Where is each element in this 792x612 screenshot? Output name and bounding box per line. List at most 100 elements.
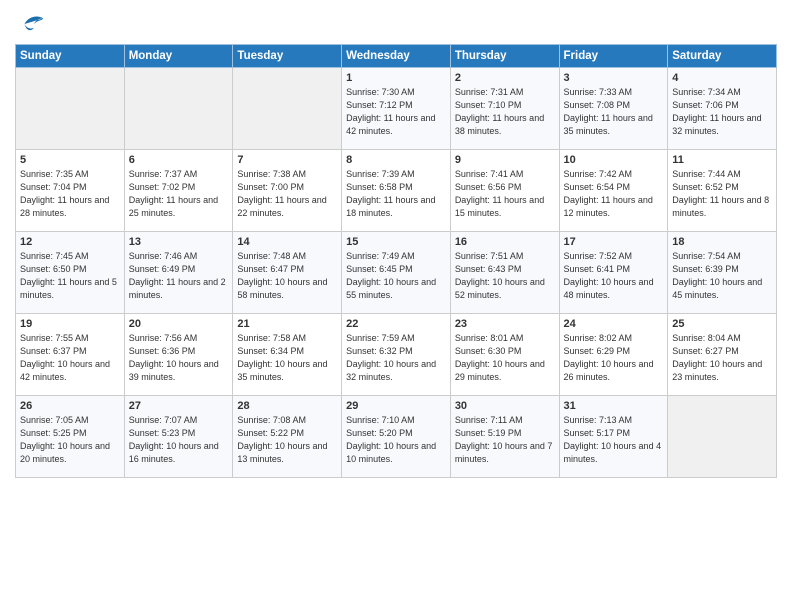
calendar-cell: 24Sunrise: 8:02 AMSunset: 6:29 PMDayligh…	[559, 314, 668, 396]
day-header-monday: Monday	[124, 45, 233, 68]
calendar-cell: 21 Sunrise: 7:58 AMSunset: 6:34 PMDayligh…	[233, 314, 342, 396]
calendar-cell: 11Sunrise: 7:44 AMSunset: 6:52 PMDayligh…	[668, 150, 777, 232]
day-number: 17	[564, 236, 664, 248]
day-info: Sunrise: 7:54 AMSunset: 6:39 PMDaylight:…	[672, 251, 762, 300]
day-number: 22	[346, 318, 446, 330]
calendar-cell: 19Sunrise: 7:55 AMSunset: 6:37 PMDayligh…	[16, 314, 125, 396]
calendar-cell	[124, 68, 233, 150]
day-number: 23	[455, 318, 555, 330]
day-number: 3	[564, 72, 664, 84]
day-info: Sunrise: 7:46 AMSunset: 6:49 PMDaylight:…	[129, 251, 226, 300]
day-info: Sunrise: 7:11 AMSunset: 5:19 PMDaylight:…	[455, 415, 553, 464]
day-info: Sunrise: 7:59 AMSunset: 6:32 PMDaylight:…	[346, 333, 436, 382]
day-header-sunday: Sunday	[16, 45, 125, 68]
day-number: 15	[346, 236, 446, 248]
calendar-cell: 9Sunrise: 7:41 AMSunset: 6:56 PMDaylight…	[450, 150, 559, 232]
calendar-cell: 28Sunrise: 7:08 AMSunset: 5:22 PMDayligh…	[233, 396, 342, 478]
calendar-table: SundayMondayTuesdayWednesdayThursdayFrid…	[15, 44, 777, 478]
calendar-cell: 6Sunrise: 7:37 AMSunset: 7:02 PMDaylight…	[124, 150, 233, 232]
day-number: 9	[455, 154, 555, 166]
day-number: 18	[672, 236, 772, 248]
logo-bird-icon	[17, 10, 45, 38]
calendar-cell	[668, 396, 777, 478]
day-number: 10	[564, 154, 664, 166]
calendar-cell: 22 Sunrise: 7:59 AMSunset: 6:32 PMDayligh…	[342, 314, 451, 396]
week-row-5: 26 Sunrise: 7:05 AMSunset: 5:25 PMDayligh…	[16, 396, 777, 478]
day-info: Sunrise: 7:13 AMSunset: 5:17 PMDaylight:…	[564, 415, 662, 464]
day-number: 5	[20, 154, 120, 166]
day-header-friday: Friday	[559, 45, 668, 68]
calendar-cell	[233, 68, 342, 150]
day-number: 16	[455, 236, 555, 248]
calendar-cell: 3 Sunrise: 7:33 AMSunset: 7:08 PMDaylight…	[559, 68, 668, 150]
day-number: 13	[129, 236, 229, 248]
calendar-cell: 27 Sunrise: 7:07 AMSunset: 5:23 PMDayligh…	[124, 396, 233, 478]
page-container: SundayMondayTuesdayWednesdayThursdayFrid…	[0, 0, 792, 488]
calendar-cell: 12 Sunrise: 7:45 AMSunset: 6:50 PMDayligh…	[16, 232, 125, 314]
calendar-cell: 1 Sunrise: 7:30 AMSunset: 7:12 PMDaylight…	[342, 68, 451, 150]
calendar-cell: 13 Sunrise: 7:46 AMSunset: 6:49 PMDayligh…	[124, 232, 233, 314]
day-number: 7	[237, 154, 337, 166]
day-number: 4	[672, 72, 772, 84]
week-row-4: 19Sunrise: 7:55 AMSunset: 6:37 PMDayligh…	[16, 314, 777, 396]
day-header-saturday: Saturday	[668, 45, 777, 68]
calendar-cell: 14 Sunrise: 7:48 AMSunset: 6:47 PMDayligh…	[233, 232, 342, 314]
day-info: Sunrise: 8:02 AMSunset: 6:29 PMDaylight:…	[564, 333, 654, 382]
calendar-cell	[16, 68, 125, 150]
calendar-cell: 25 Sunrise: 8:04 AMSunset: 6:27 PMDayligh…	[668, 314, 777, 396]
calendar-cell: 18 Sunrise: 7:54 AMSunset: 6:39 PMDayligh…	[668, 232, 777, 314]
day-info: Sunrise: 7:05 AMSunset: 5:25 PMDaylight:…	[20, 415, 110, 464]
day-info: Sunrise: 7:48 AMSunset: 6:47 PMDaylight:…	[237, 251, 327, 300]
calendar-cell: 30 Sunrise: 7:11 AMSunset: 5:19 PMDayligh…	[450, 396, 559, 478]
day-number: 26	[20, 400, 120, 412]
day-number: 25	[672, 318, 772, 330]
week-row-2: 5 Sunrise: 7:35 AMSunset: 7:04 PMDaylight…	[16, 150, 777, 232]
day-info: Sunrise: 7:33 AMSunset: 7:08 PMDaylight:…	[564, 87, 653, 136]
day-info: Sunrise: 7:37 AMSunset: 7:02 PMDaylight:…	[129, 169, 218, 218]
calendar-cell: 10 Sunrise: 7:42 AMSunset: 6:54 PMDayligh…	[559, 150, 668, 232]
week-row-1: 1 Sunrise: 7:30 AMSunset: 7:12 PMDaylight…	[16, 68, 777, 150]
day-info: Sunrise: 7:49 AMSunset: 6:45 PMDaylight:…	[346, 251, 436, 300]
calendar-cell: 4 Sunrise: 7:34 AMSunset: 7:06 PMDaylight…	[668, 68, 777, 150]
day-number: 1	[346, 72, 446, 84]
calendar-cell: 29Sunrise: 7:10 AMSunset: 5:20 PMDayligh…	[342, 396, 451, 478]
week-row-3: 12 Sunrise: 7:45 AMSunset: 6:50 PMDayligh…	[16, 232, 777, 314]
calendar-cell: 23Sunrise: 8:01 AMSunset: 6:30 PMDayligh…	[450, 314, 559, 396]
day-header-thursday: Thursday	[450, 45, 559, 68]
calendar-cell: 5 Sunrise: 7:35 AMSunset: 7:04 PMDaylight…	[16, 150, 125, 232]
day-info: Sunrise: 7:34 AMSunset: 7:06 PMDaylight:…	[672, 87, 761, 136]
day-number: 2	[455, 72, 555, 84]
day-number: 21	[237, 318, 337, 330]
day-info: Sunrise: 7:38 AMSunset: 7:00 PMDaylight:…	[237, 169, 326, 218]
day-info: Sunrise: 7:45 AMSunset: 6:50 PMDaylight:…	[20, 251, 117, 300]
day-number: 20	[129, 318, 229, 330]
calendar-cell: 7 Sunrise: 7:38 AMSunset: 7:00 PMDaylight…	[233, 150, 342, 232]
day-header-tuesday: Tuesday	[233, 45, 342, 68]
day-number: 27	[129, 400, 229, 412]
day-number: 31	[564, 400, 664, 412]
day-number: 29	[346, 400, 446, 412]
day-info: Sunrise: 7:42 AMSunset: 6:54 PMDaylight:…	[564, 169, 653, 218]
day-number: 14	[237, 236, 337, 248]
calendar-cell: 20Sunrise: 7:56 AMSunset: 6:36 PMDayligh…	[124, 314, 233, 396]
day-header-wednesday: Wednesday	[342, 45, 451, 68]
day-number: 8	[346, 154, 446, 166]
day-number: 12	[20, 236, 120, 248]
day-info: Sunrise: 7:30 AMSunset: 7:12 PMDaylight:…	[346, 87, 435, 136]
calendar-cell: 17 Sunrise: 7:52 AMSunset: 6:41 PMDayligh…	[559, 232, 668, 314]
day-info: Sunrise: 7:35 AMSunset: 7:04 PMDaylight:…	[20, 169, 109, 218]
day-number: 30	[455, 400, 555, 412]
day-info: Sunrise: 7:31 AMSunset: 7:10 PMDaylight:…	[455, 87, 544, 136]
calendar-cell: 31 Sunrise: 7:13 AMSunset: 5:17 PMDayligh…	[559, 396, 668, 478]
day-info: Sunrise: 7:51 AMSunset: 6:43 PMDaylight:…	[455, 251, 545, 300]
day-info: Sunrise: 7:39 AMSunset: 6:58 PMDaylight:…	[346, 169, 435, 218]
page-header	[15, 10, 777, 36]
day-info: Sunrise: 7:52 AMSunset: 6:41 PMDaylight:…	[564, 251, 654, 300]
day-info: Sunrise: 7:07 AMSunset: 5:23 PMDaylight:…	[129, 415, 219, 464]
day-info: Sunrise: 8:04 AMSunset: 6:27 PMDaylight:…	[672, 333, 762, 382]
day-number: 19	[20, 318, 120, 330]
calendar-cell: 16 Sunrise: 7:51 AMSunset: 6:43 PMDayligh…	[450, 232, 559, 314]
calendar-cell: 26 Sunrise: 7:05 AMSunset: 5:25 PMDayligh…	[16, 396, 125, 478]
header-row: SundayMondayTuesdayWednesdayThursdayFrid…	[16, 45, 777, 68]
day-info: Sunrise: 7:58 AMSunset: 6:34 PMDaylight:…	[237, 333, 327, 382]
